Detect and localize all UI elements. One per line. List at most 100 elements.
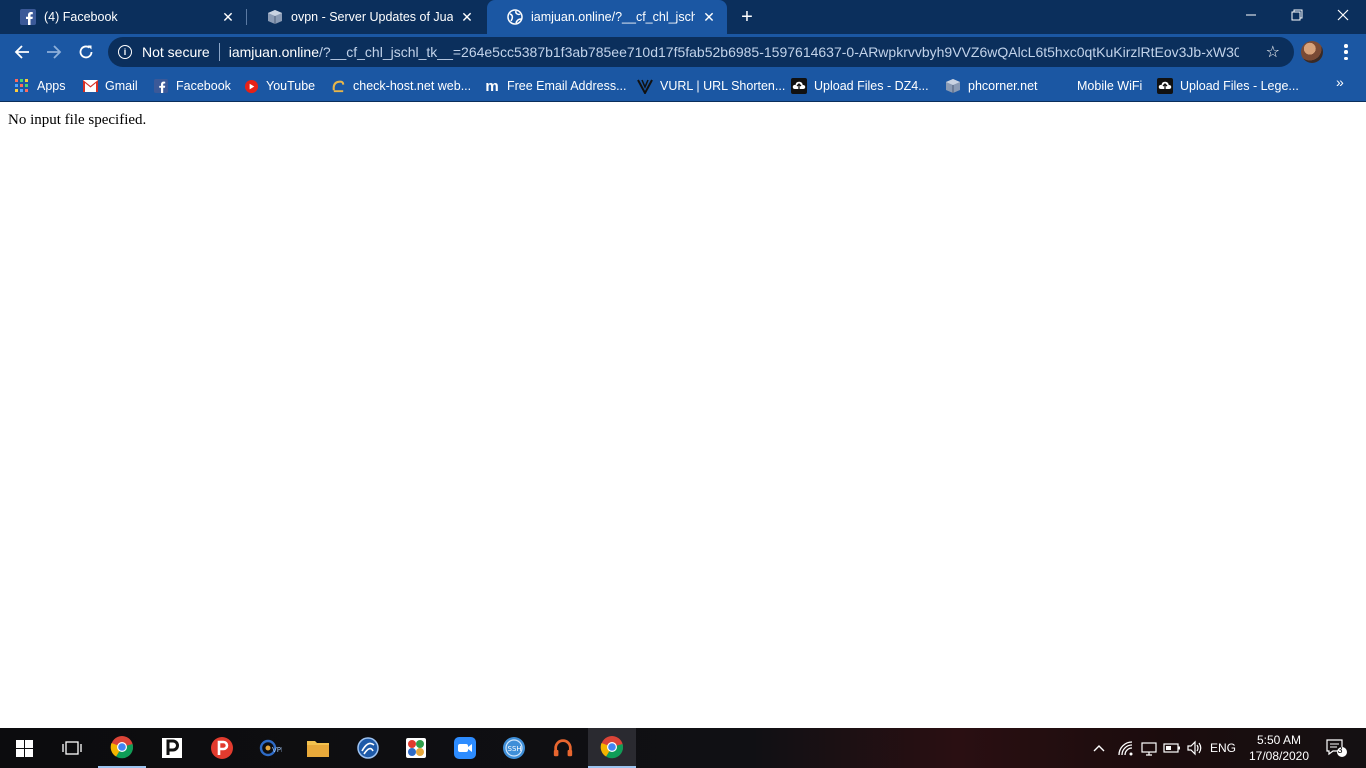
task-view-icon <box>62 741 82 755</box>
bookmark-label: Mobile WiFi <box>1077 79 1143 93</box>
ssh-app-icon: SSH <box>503 737 525 759</box>
close-tab-icon[interactable]: ✕ <box>459 9 475 25</box>
minimize-window-button[interactable] <box>1228 0 1274 30</box>
tab-title: (4) Facebook <box>44 10 118 24</box>
cloud-upload-icon <box>791 78 807 94</box>
more-bookmarks-chevron-icon[interactable]: » <box>1336 74 1344 90</box>
bookmark-apps[interactable]: Apps <box>14 76 66 96</box>
svg-text:VPN: VPN <box>272 746 282 754</box>
p-app-icon <box>162 738 182 758</box>
action-center-button[interactable]: 3 <box>1322 728 1352 768</box>
ovpn-icon: VPN <box>259 739 282 757</box>
taskbar-vpn-app[interactable] <box>392 728 440 768</box>
network-status-icon[interactable] <box>1114 728 1136 768</box>
bookmark-check-host[interactable]: check-host.net web... <box>330 76 471 96</box>
bookmark-youtube[interactable]: YouTube <box>243 76 315 96</box>
tab-strip: (4) Facebook ✕ ovpn - Server Updates of … <box>0 0 1366 34</box>
forward-button[interactable] <box>42 40 66 64</box>
taskbar-chrome[interactable] <box>98 728 146 768</box>
package-icon <box>267 9 283 25</box>
bookmark-label: Apps <box>37 79 66 93</box>
tab-ovpn[interactable]: ovpn - Server Updates of JuansV ✕ <box>247 0 485 34</box>
windows-taskbar: VPN SSH ENG 5:50 AM 17/08/2020 3 <box>0 728 1366 768</box>
bookmark-phcorner[interactable]: phcorner.net <box>945 76 1038 96</box>
bookmark-gmail[interactable]: Gmail <box>82 76 138 96</box>
chrome-icon <box>600 736 624 759</box>
bookmark-upload-lege[interactable]: Upload Files - Lege... <box>1157 76 1299 96</box>
headset-icon <box>553 739 573 757</box>
bookmark-label: Upload Files - DZ4... <box>814 79 929 93</box>
address-bar[interactable]: i Not secure iamjuan.online /?__cf_chl_j… <box>108 37 1294 67</box>
close-window-button[interactable] <box>1320 0 1366 30</box>
bookmark-label: VURL | URL Shorten... <box>660 79 786 93</box>
taskbar-ssh-app[interactable]: SSH <box>490 728 538 768</box>
network-tool-icon <box>357 737 379 759</box>
bookmark-label: Facebook <box>176 79 231 93</box>
taskbar-ovpn[interactable]: VPN <box>246 728 294 768</box>
wifi-icon <box>1054 78 1070 94</box>
bookmark-label: phcorner.net <box>968 79 1038 93</box>
bookmarks-bar: Apps Gmail Facebook YouTube check-host.n… <box>0 70 1366 102</box>
close-tab-icon[interactable]: ✕ <box>220 9 236 25</box>
windows-logo-icon <box>15 739 33 757</box>
new-tab-button[interactable]: + <box>736 6 758 28</box>
bookmark-free-email[interactable]: m Free Email Address... <box>484 76 627 96</box>
url-path[interactable]: /?__cf_chl_jschl_tk__=264e5cc5387b1f3ab7… <box>319 44 1239 60</box>
taskbar-p-app[interactable] <box>148 728 196 768</box>
taskbar-zoom[interactable] <box>441 728 489 768</box>
back-arrow-icon <box>14 45 29 59</box>
taskbar-psiphon[interactable] <box>198 728 246 768</box>
vurl-icon <box>637 78 653 94</box>
projector-icon[interactable] <box>1138 728 1160 768</box>
bookmark-star-icon[interactable]: ☆ <box>1266 42 1280 62</box>
bookmark-label: Upload Files - Lege... <box>1180 79 1299 93</box>
tab-title: ovpn - Server Updates of JuansV <box>291 10 453 24</box>
taskbar-file-explorer[interactable] <box>294 728 342 768</box>
bookmark-label: YouTube <box>266 79 316 93</box>
bookmark-mobile-wifi[interactable]: Mobile WiFi <box>1054 76 1142 96</box>
bookmark-upload-dz4[interactable]: Upload Files - DZ4... <box>791 76 929 96</box>
youtube-icon <box>243 78 259 94</box>
apps-grid-icon <box>14 78 30 94</box>
vpn-app-icon <box>406 738 426 758</box>
start-button[interactable] <box>0 728 48 768</box>
close-tab-icon[interactable]: ✕ <box>701 9 717 25</box>
bookmark-label: Gmail <box>105 79 138 93</box>
forward-arrow-icon <box>47 45 62 59</box>
back-button[interactable] <box>10 40 34 64</box>
cloud-upload-icon <box>1157 78 1173 94</box>
info-icon[interactable]: i <box>118 45 132 59</box>
notification-count-badge: 3 <box>1337 745 1343 755</box>
browser-menu-icon[interactable] <box>1340 42 1352 62</box>
battery-icon[interactable] <box>1161 728 1183 768</box>
url-host[interactable]: iamjuan.online <box>229 44 319 60</box>
security-status[interactable]: Not secure <box>142 44 210 60</box>
profile-avatar[interactable] <box>1301 41 1323 63</box>
bookmark-label: check-host.net web... <box>353 79 472 93</box>
globe-icon <box>507 9 523 25</box>
svg-text:SSH: SSH <box>508 745 522 753</box>
mail-m-icon: m <box>485 77 499 95</box>
tab-iamjuan[interactable]: iamjuan.online/?__cf_chl_jschl_tk ✕ <box>487 0 727 34</box>
reload-button[interactable] <box>74 40 98 64</box>
taskbar-network-tool[interactable] <box>344 728 392 768</box>
input-language[interactable]: ENG <box>1208 728 1238 768</box>
check-host-icon <box>330 78 346 94</box>
package-icon <box>945 78 961 94</box>
bookmark-label: Free Email Address... <box>507 79 627 93</box>
bookmark-vurl[interactable]: VURL | URL Shorten... <box>637 76 785 96</box>
taskbar-chrome-active[interactable] <box>588 728 636 768</box>
volume-icon[interactable] <box>1184 728 1206 768</box>
chrome-icon <box>110 736 134 759</box>
clock-time: 5:50 AM <box>1256 733 1302 747</box>
restore-window-button[interactable] <box>1274 0 1320 30</box>
reload-icon <box>79 45 93 59</box>
gmail-icon <box>82 78 98 94</box>
taskbar-headset-app[interactable] <box>539 728 587 768</box>
system-clock[interactable]: 5:50 AM 17/08/2020 <box>1236 732 1322 764</box>
show-hidden-icons-chevron-icon[interactable] <box>1088 728 1110 768</box>
bookmark-facebook[interactable]: Facebook <box>153 76 231 96</box>
folder-icon <box>307 741 329 757</box>
task-view-button[interactable] <box>48 728 96 768</box>
tab-facebook[interactable]: (4) Facebook ✕ <box>0 0 246 34</box>
